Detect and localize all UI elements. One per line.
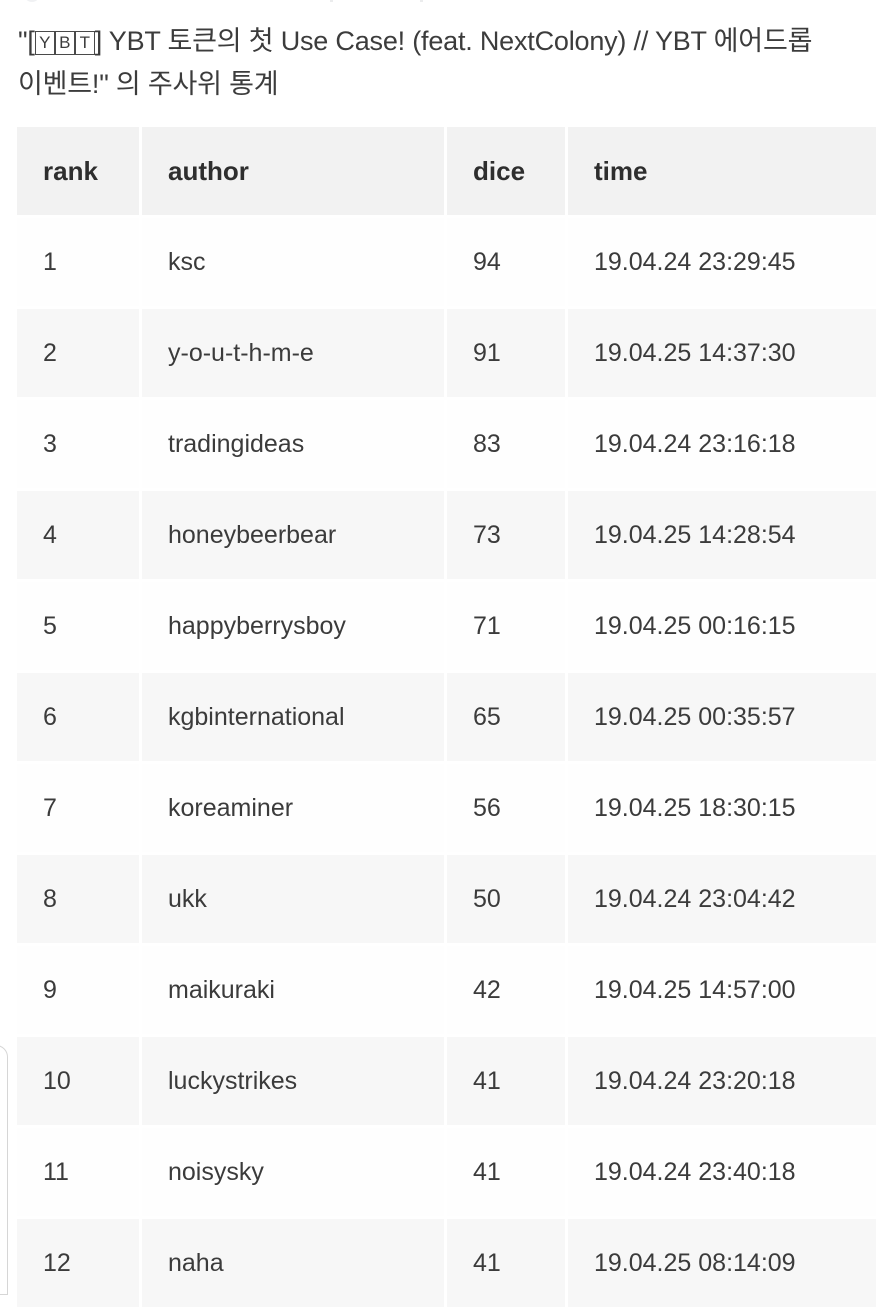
cell-dice: 94 bbox=[447, 218, 565, 306]
page-title-prefix: "[ bbox=[18, 26, 35, 56]
page-title-line2: 이벤트!" 의 주사위 통계 bbox=[18, 69, 279, 99]
stats-table-container: rank author dice time 1 ksc 94 19.04.24 23:… bbox=[0, 106, 892, 1310]
cell-time: 19.04.25 14:57:00 bbox=[568, 946, 876, 1034]
column-header-author[interactable]: author bbox=[142, 127, 444, 215]
cell-rank: 11 bbox=[17, 1128, 139, 1216]
table-row[interactable]: 2 y-o-u-t-h-m-e 91 19.04.25 14:37:30 bbox=[17, 309, 876, 397]
cell-author: y-o-u-t-h-m-e bbox=[142, 309, 444, 397]
cell-time: 19.04.24 23:40:18 bbox=[568, 1128, 876, 1216]
boxed-glyph-t: T bbox=[74, 31, 95, 55]
table-row[interactable]: 3 tradingideas 83 19.04.24 23:16:18 bbox=[17, 400, 876, 488]
cell-time: 19.04.25 08:14:09 bbox=[568, 1219, 876, 1307]
page-title-suffix: ] YBT 토큰의 첫 Use Case! (feat. NextColony)… bbox=[94, 26, 813, 56]
cell-author: maikuraki bbox=[142, 946, 444, 1034]
cell-author: noisysky bbox=[142, 1128, 444, 1216]
table-row[interactable]: 11 noisysky 41 19.04.24 23:40:18 bbox=[17, 1128, 876, 1216]
cell-rank: 2 bbox=[17, 309, 139, 397]
cell-rank: 3 bbox=[17, 400, 139, 488]
table-row[interactable]: 6 kgbinternational 65 19.04.25 00:35:57 bbox=[17, 673, 876, 761]
table-row[interactable]: 4 honeybeerbear 73 19.04.25 14:28:54 bbox=[17, 491, 876, 579]
cell-author: naha bbox=[142, 1219, 444, 1307]
cell-rank: 1 bbox=[17, 218, 139, 306]
table-row[interactable]: 9 maikuraki 42 19.04.25 14:57:00 bbox=[17, 946, 876, 1034]
cell-author: happyberrysboy bbox=[142, 582, 444, 670]
cell-dice: 91 bbox=[447, 309, 565, 397]
table-row[interactable]: 12 naha 41 19.04.25 08:14:09 bbox=[17, 1219, 876, 1307]
cell-dice: 65 bbox=[447, 673, 565, 761]
cell-time: 19.04.24 23:29:45 bbox=[568, 218, 876, 306]
cell-author: ukk bbox=[142, 855, 444, 943]
cell-time: 19.04.25 00:35:57 bbox=[568, 673, 876, 761]
text-descender-artifact bbox=[330, 0, 333, 2]
cell-time: 19.04.24 23:20:18 bbox=[568, 1037, 876, 1125]
boxed-glyph-y: Y bbox=[34, 31, 55, 55]
cell-rank: 4 bbox=[17, 491, 139, 579]
cell-time: 19.04.25 14:28:54 bbox=[568, 491, 876, 579]
cell-author: koreaminer bbox=[142, 764, 444, 852]
table-row[interactable]: 7 koreaminer 56 19.04.25 18:30:15 bbox=[17, 764, 876, 852]
cell-author: honeybeerbear bbox=[142, 491, 444, 579]
left-floating-panel-edge bbox=[0, 1045, 8, 1295]
cell-time: 19.04.24 23:16:18 bbox=[568, 400, 876, 488]
cell-author: tradingideas bbox=[142, 400, 444, 488]
table-row[interactable]: 1 ksc 94 19.04.24 23:29:45 bbox=[17, 218, 876, 306]
cell-rank: 7 bbox=[17, 764, 139, 852]
dice-stats-table: rank author dice time 1 ksc 94 19.04.24 23:… bbox=[14, 124, 879, 1310]
table-header-row: rank author dice time bbox=[17, 127, 876, 215]
cell-time: 19.04.25 14:37:30 bbox=[568, 309, 876, 397]
cell-dice: 50 bbox=[447, 855, 565, 943]
column-header-time[interactable]: time bbox=[568, 127, 876, 215]
cell-dice: 41 bbox=[447, 1219, 565, 1307]
cell-dice: 42 bbox=[447, 946, 565, 1034]
table-row[interactable]: 5 happyberrysboy 71 19.04.25 00:16:15 bbox=[17, 582, 876, 670]
cell-author: luckystrikes bbox=[142, 1037, 444, 1125]
cell-dice: 41 bbox=[447, 1128, 565, 1216]
cell-rank: 12 bbox=[17, 1219, 139, 1307]
cell-rank: 6 bbox=[17, 673, 139, 761]
cell-dice: 71 bbox=[447, 582, 565, 670]
table-row[interactable]: 10 luckystrikes 41 19.04.24 23:20:18 bbox=[17, 1037, 876, 1125]
table-row[interactable]: 8 ukk 50 19.04.24 23:04:42 bbox=[17, 855, 876, 943]
cell-dice: 41 bbox=[447, 1037, 565, 1125]
cell-dice: 73 bbox=[447, 491, 565, 579]
table-head: rank author dice time bbox=[17, 127, 876, 215]
column-header-dice[interactable]: dice bbox=[447, 127, 565, 215]
cell-rank: 9 bbox=[17, 946, 139, 1034]
boxed-glyph-b: B bbox=[54, 31, 75, 55]
cell-dice: 56 bbox=[447, 764, 565, 852]
text-descender-artifact bbox=[420, 0, 423, 2]
avatar bbox=[24, 0, 40, 2]
cell-time: 19.04.25 18:30:15 bbox=[568, 764, 876, 852]
cell-rank: 8 bbox=[17, 855, 139, 943]
cell-dice: 83 bbox=[447, 400, 565, 488]
cell-rank: 10 bbox=[17, 1037, 139, 1125]
cell-author: kgbinternational bbox=[142, 673, 444, 761]
table-body: 1 ksc 94 19.04.24 23:29:45 2 y-o-u-t-h-m-e 91 1… bbox=[17, 218, 876, 1307]
cell-author: ksc bbox=[142, 218, 444, 306]
cell-rank: 5 bbox=[17, 582, 139, 670]
column-header-rank[interactable]: rank bbox=[17, 127, 139, 215]
cell-time: 19.04.24 23:04:42 bbox=[568, 855, 876, 943]
cell-time: 19.04.25 00:16:15 bbox=[568, 582, 876, 670]
top-cutoff-bleed bbox=[0, 0, 892, 2]
page-title: "[Y B T] YBT 토큰의 첫 Use Case! (feat. NextCo… bbox=[0, 0, 892, 106]
